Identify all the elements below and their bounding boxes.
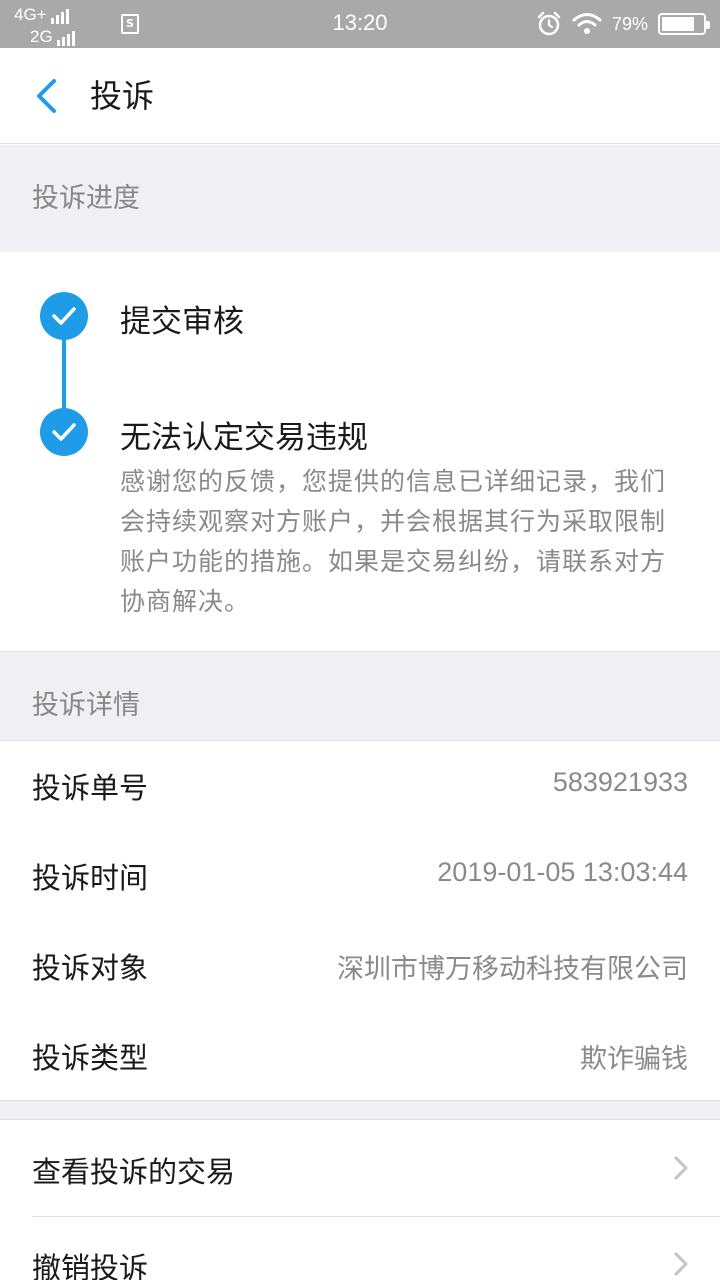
nav-header: 投诉 (0, 48, 720, 144)
step-title: 提交审核 (120, 304, 244, 340)
back-button[interactable] (24, 74, 68, 118)
detail-value: 583921933 (552, 767, 688, 797)
action-label: 撤销投诉 (32, 1251, 149, 1280)
battery-icon (658, 13, 710, 35)
detail-label: 投诉对象 (32, 951, 149, 985)
section-header-details: 投诉详情 (0, 651, 720, 741)
check-icon (52, 423, 76, 441)
page-title: 投诉 (90, 77, 155, 115)
detail-value: 2019-01-05 13:03:44 (437, 857, 688, 887)
status-bar: 4G+ 2G S 13:20 79% (0, 0, 720, 48)
detail-row-complaint-number: 投诉单号 583921933 (0, 741, 720, 831)
step-title: 无法认定交易违规 (120, 420, 368, 456)
detail-label: 投诉单号 (32, 771, 149, 805)
section-header-progress: 投诉进度 (0, 145, 720, 252)
step-description: 感谢您的反馈，您提供的信息已详细记录，我们会持续观察对方账户，并会根据其行为采取… (120, 467, 667, 616)
detail-value: 欺诈骗钱 (580, 1044, 688, 1074)
chevron-right-icon (674, 1252, 688, 1276)
wifi-icon (572, 13, 602, 34)
action-label: 查看投诉的交易 (32, 1155, 236, 1189)
battery-percent: 79% (611, 13, 648, 34)
detail-row-complaint-type: 投诉类型 欺诈骗钱 (0, 1011, 720, 1100)
view-complaint-transaction-row[interactable]: 查看投诉的交易 (0, 1121, 720, 1216)
alarm-icon (537, 11, 561, 36)
step-done-marker (40, 408, 88, 456)
status-right: 79% (536, 9, 710, 39)
detail-row-complaint-time: 投诉时间 2019-01-05 13:03:44 (0, 831, 720, 921)
section-gap (0, 1100, 720, 1120)
detail-row-complaint-target: 投诉对象 深圳市博万移动科技有限公司 (0, 921, 720, 1011)
chevron-left-icon (37, 79, 56, 113)
detail-label: 投诉类型 (32, 1041, 149, 1075)
step-done-marker (40, 292, 88, 340)
check-icon (52, 307, 76, 325)
detail-value: 深圳市博万移动科技有限公司 (337, 954, 688, 984)
detail-label: 投诉时间 (32, 861, 149, 895)
chevron-right-icon (674, 1156, 688, 1180)
withdraw-complaint-row[interactable]: 撤销投诉 (0, 1217, 720, 1280)
